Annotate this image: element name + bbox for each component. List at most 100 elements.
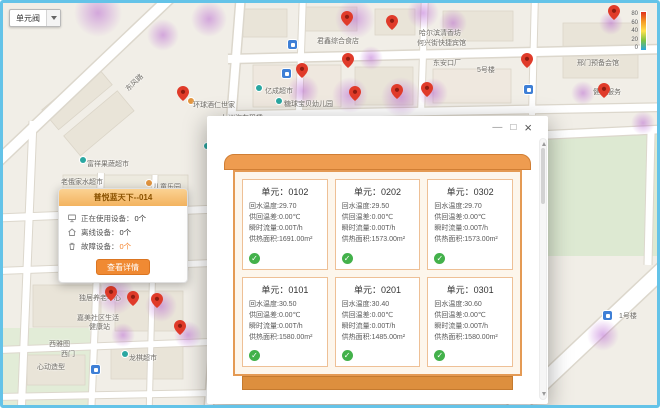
scroll-up-icon[interactable] — [542, 142, 546, 146]
unit-field-temp-diff: 供回温差:0.00℃ — [243, 212, 327, 223]
unit-cell[interactable]: 单元：0302 回水温度:29.70 供回温差:0.00℃ 瞬时流量:0.00T… — [427, 179, 513, 270]
pin-icon — [296, 63, 308, 78]
maximize-icon[interactable]: □ — [510, 122, 516, 134]
home-icon — [67, 227, 77, 237]
map-marker-pin[interactable] — [127, 291, 139, 306]
map-marker-pin[interactable] — [521, 53, 533, 68]
legend-tick: 20 — [631, 37, 638, 43]
unit-field-return-temp: 回水温度:29.70 — [243, 201, 327, 212]
pin-icon — [608, 5, 620, 20]
heat-legend-ticks: 80 60 40 20 0 — [631, 11, 638, 51]
unit-field-return-temp: 回水温度:30.40 — [336, 299, 420, 310]
unit-field-flow: 瞬时流量:0.00T/h — [428, 321, 512, 332]
pin-icon — [598, 83, 610, 98]
unit-title: 单元：0101 — [243, 278, 327, 299]
legend-tick: 40 — [631, 28, 638, 34]
pin-icon — [127, 291, 139, 306]
chevron-down-icon[interactable] — [46, 10, 60, 26]
legend-tick: 0 — [635, 45, 638, 51]
unit-field-return-temp: 回水温度:29.70 — [428, 201, 512, 212]
cabinet-top — [224, 154, 531, 170]
pin-icon — [349, 86, 361, 101]
popup-rows: 正在使用设备：0个 离线设备：0个 故障设备：0个 — [59, 206, 187, 255]
unit-cell[interactable]: 单元：0101 回水温度:30.50 供回温差:0.00℃ 瞬时流量:0.00T… — [242, 277, 328, 368]
unit-field-temp-diff: 供回温差:0.00℃ — [428, 310, 512, 321]
map-marker-pin[interactable] — [598, 83, 610, 98]
modal-scrollbar[interactable] — [539, 138, 547, 400]
popup-row-fault: 故障设备：0个 — [67, 239, 179, 253]
unit-status-ok-icon: ✓ — [342, 253, 353, 264]
unit-cell[interactable]: 单元：0202 回水温度:29.50 供回温差:0.00℃ 瞬时流量:0.00T… — [335, 179, 421, 270]
pin-icon — [386, 15, 398, 30]
unit-field-flow: 瞬时流量:0.00T/h — [336, 321, 420, 332]
unit-title: 单元：0102 — [243, 180, 327, 201]
unit-field-area: 供热面积:1580.00m² — [243, 332, 327, 343]
trash-icon — [67, 241, 77, 251]
legend-tick: 60 — [631, 20, 638, 26]
unit-status-ok-icon: ✓ — [249, 350, 260, 361]
unit-status-ok-icon: ✓ — [434, 350, 445, 361]
unit-title: 单元：0302 — [428, 180, 512, 201]
map-marker-pin[interactable] — [391, 84, 403, 99]
unit-detail-modal: — □ × 单元：0102 回水温度:29.70 供回温差:0.00℃ 瞬时流量… — [207, 116, 548, 404]
unit-status-ok-icon: ✓ — [249, 253, 260, 264]
popup-title: 普悦蓝天下--014 — [59, 189, 187, 206]
pin-icon — [421, 82, 433, 97]
unit-cell[interactable]: 单元：0102 回水温度:29.70 供回温差:0.00℃ 瞬时流量:0.00T… — [242, 179, 328, 270]
map-marker-pin[interactable] — [341, 11, 353, 26]
pin-icon — [341, 11, 353, 26]
pin-icon — [174, 320, 186, 335]
map-marker-pin[interactable] — [296, 63, 308, 78]
cabinet-base — [242, 376, 513, 390]
unit-field-area: 供热面积:1573.00m² — [336, 234, 420, 245]
monitor-icon — [67, 213, 77, 223]
scroll-down-icon[interactable] — [542, 392, 546, 396]
heat-legend: 80 60 40 20 0 — [631, 11, 647, 51]
pin-icon — [105, 286, 117, 301]
view-details-button[interactable]: 查看详情 — [96, 259, 150, 275]
app-window: 东风路君鑫综合食店哈尔滨清香坊何兴街快捷宾馆东安口厂邢门预备会馆健康服务亿成超市… — [0, 0, 660, 408]
minimize-icon[interactable]: — — [492, 122, 502, 134]
unit-field-temp-diff: 供回温差:0.00℃ — [336, 212, 420, 223]
map-marker-pin[interactable] — [608, 5, 620, 20]
unit-title: 单元：0201 — [336, 278, 420, 299]
unit-field-temp-diff: 供回温差:0.00℃ — [336, 310, 420, 321]
map-marker-pin[interactable] — [386, 15, 398, 30]
legend-tick: 80 — [631, 11, 638, 17]
unit-title: 单元：0202 — [336, 180, 420, 201]
unit-field-return-temp: 回水温度:30.60 — [428, 299, 512, 310]
unit-field-area: 供热面积:1573.00m² — [428, 234, 512, 245]
unit-field-temp-diff: 供回温差:0.00℃ — [243, 310, 327, 321]
map-marker-pin[interactable] — [177, 86, 189, 101]
scrollbar-thumb[interactable] — [541, 148, 545, 204]
unit-field-area: 供热面积:1691.00m² — [243, 234, 327, 245]
popup-row-in-use: 正在使用设备：0个 — [67, 211, 179, 225]
map-info-popup: 普悦蓝天下--014 正在使用设备：0个 离线设备：0个 故障设备：0个 查看详… — [58, 188, 188, 283]
map-marker-pin[interactable] — [342, 53, 354, 68]
unit-field-return-temp: 回水温度:30.50 — [243, 299, 327, 310]
pin-icon — [521, 53, 533, 68]
unit-cell[interactable]: 单元：0301 回水温度:30.60 供回温差:0.00℃ 瞬时流量:0.00T… — [427, 277, 513, 368]
map-marker-pin[interactable] — [349, 86, 361, 101]
unit-cell[interactable]: 单元：0201 回水温度:30.40 供回温差:0.00℃ 瞬时流量:0.00T… — [335, 277, 421, 368]
unit-field-flow: 瞬时流量:0.00T/h — [243, 223, 327, 234]
pin-icon — [151, 293, 163, 308]
pin-icon — [391, 84, 403, 99]
heat-legend-gradient-bar — [640, 11, 647, 51]
unit-field-flow: 瞬时流量:0.00T/h — [336, 223, 420, 234]
map-marker-pin[interactable] — [174, 320, 186, 335]
unit-field-return-temp: 回水温度:29.50 — [336, 201, 420, 212]
unit-filter-value: 单元阀 — [10, 13, 46, 24]
unit-status-ok-icon: ✓ — [342, 350, 353, 361]
map-marker-pin[interactable] — [421, 82, 433, 97]
map-marker-pin[interactable] — [151, 293, 163, 308]
close-icon[interactable]: × — [524, 122, 532, 134]
pin-icon — [177, 86, 189, 101]
unit-filter-select[interactable]: 单元阀 — [9, 9, 61, 27]
map-marker-pin[interactable] — [105, 286, 117, 301]
unit-field-area: 供热面积:1580.00m² — [428, 332, 512, 343]
unit-field-flow: 瞬时流量:0.00T/h — [428, 223, 512, 234]
pin-icon — [342, 53, 354, 68]
cabinet-body: 单元：0102 回水温度:29.70 供回温差:0.00℃ 瞬时流量:0.00T… — [233, 170, 522, 376]
modal-controls: — □ × — [492, 122, 532, 134]
